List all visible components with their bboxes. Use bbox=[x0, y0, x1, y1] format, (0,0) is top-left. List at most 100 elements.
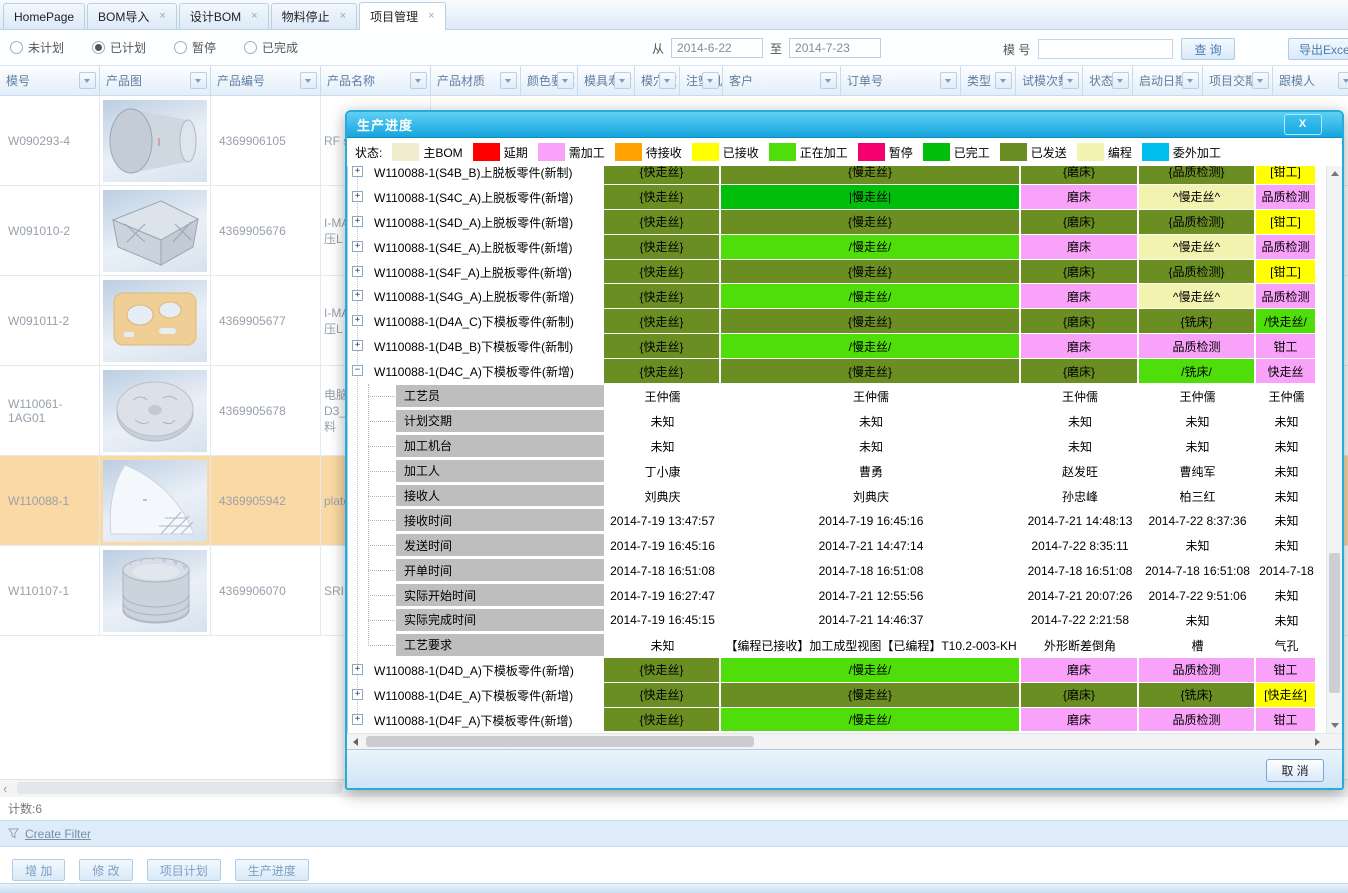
filter-dropdown-icon[interactable] bbox=[940, 72, 957, 89]
dialog-vertical-scrollbar[interactable] bbox=[1326, 166, 1342, 733]
expand-toggle-icon[interactable]: − bbox=[352, 365, 363, 376]
filter-dropdown-icon[interactable] bbox=[1112, 72, 1129, 89]
filter-dropdown-icon[interactable] bbox=[500, 72, 517, 89]
filter-dropdown-icon[interactable] bbox=[995, 72, 1012, 89]
column-header-5[interactable]: 产品材质 bbox=[431, 66, 521, 95]
column-header-1[interactable]: 模号 bbox=[0, 66, 100, 95]
column-header-17[interactable]: 跟模人 bbox=[1273, 66, 1348, 95]
expand-toggle-icon[interactable]: + bbox=[352, 266, 363, 277]
tree-row[interactable]: +W110088-1(S4F_A)上脱板零件(新增){快走丝}{慢走丝}{磨床}… bbox=[348, 260, 1326, 285]
column-header-15[interactable]: 启动日期 bbox=[1133, 66, 1203, 95]
filter-dropdown-icon[interactable] bbox=[190, 72, 207, 89]
column-header-10[interactable]: 客户 bbox=[723, 66, 841, 95]
tab-5[interactable]: 项目管理× bbox=[359, 2, 445, 30]
filter-dropdown-icon[interactable] bbox=[614, 72, 631, 89]
filter-dropdown-icon[interactable] bbox=[79, 72, 96, 89]
tree-row[interactable]: +W110088-1(D4B_B)下模板零件(新制){快走丝}/慢走丝/磨床品质… bbox=[348, 334, 1326, 359]
expand-toggle-icon[interactable]: + bbox=[352, 241, 363, 252]
tree-row[interactable]: +W110088-1(S4B_B)上脱板零件(新制){快走丝}{慢走丝}{磨床}… bbox=[348, 166, 1326, 185]
filter-dropdown-icon[interactable] bbox=[1252, 72, 1269, 89]
close-tab-icon[interactable]: × bbox=[340, 11, 346, 22]
radio-icon[interactable] bbox=[92, 41, 105, 54]
expand-toggle-icon[interactable]: + bbox=[352, 714, 363, 725]
tab-3[interactable]: 设计BOM× bbox=[179, 3, 269, 29]
radio-icon[interactable] bbox=[174, 41, 187, 54]
export-excel-button[interactable]: 导出Exce bbox=[1288, 38, 1348, 60]
scroll-down-icon[interactable] bbox=[1331, 723, 1339, 728]
tab-2[interactable]: BOM导入× bbox=[87, 3, 177, 29]
tree-row[interactable]: +W110088-1(S4E_A)上脱板零件(新增){快走丝}/慢走丝/磨床^慢… bbox=[348, 235, 1326, 260]
tab-4[interactable]: 物料停止× bbox=[271, 3, 357, 29]
filter-dropdown-icon[interactable] bbox=[410, 72, 427, 89]
tree-row[interactable]: +W110088-1(D4A_C)下模板零件(新制){快走丝}{慢走丝}{磨床}… bbox=[348, 309, 1326, 334]
scrollbar-thumb[interactable] bbox=[366, 736, 754, 747]
tree-row[interactable]: −W110088-1(D4C_A)下模板零件(新增){快走丝}{慢走丝}{磨床}… bbox=[348, 359, 1326, 384]
radio-icon[interactable] bbox=[10, 41, 23, 54]
filter-dropdown-icon[interactable] bbox=[659, 72, 676, 89]
filter-dropdown-icon[interactable] bbox=[557, 72, 574, 89]
scrollbar-thumb[interactable] bbox=[1329, 553, 1340, 693]
radio-option-4[interactable]: 已完成 bbox=[244, 39, 298, 56]
filter-dropdown-icon[interactable] bbox=[1182, 72, 1199, 89]
filter-dropdown-icon[interactable] bbox=[702, 72, 719, 89]
process-status-cell: {快走丝} bbox=[604, 708, 721, 733]
radio-option-1[interactable]: 未计划 bbox=[10, 39, 64, 56]
column-header-12[interactable]: 类型 bbox=[961, 66, 1016, 95]
radio-option-3[interactable]: 暂停 bbox=[174, 39, 216, 56]
tree-row[interactable]: +W110088-1(D4E_A)下模板零件(新增){快走丝}{慢走丝}{磨床}… bbox=[348, 683, 1326, 708]
filter-dropdown-icon[interactable] bbox=[820, 72, 837, 89]
column-header-11[interactable]: 订单号 bbox=[841, 66, 961, 95]
close-icon[interactable]: X bbox=[1284, 114, 1322, 135]
dialog-horizontal-scrollbar[interactable] bbox=[347, 733, 1342, 749]
tree-row[interactable]: +W110088-1(S4C_A)上脱板零件(新增){快走丝}|慢走丝|磨床^慢… bbox=[348, 185, 1326, 210]
close-tab-icon[interactable]: × bbox=[159, 11, 165, 22]
expand-toggle-icon[interactable]: + bbox=[352, 216, 363, 227]
expand-toggle-icon[interactable]: + bbox=[352, 340, 363, 351]
project-plan-button[interactable]: 项目计划 bbox=[147, 859, 221, 881]
scroll-left-icon[interactable]: ‹ bbox=[3, 783, 7, 794]
scrollbar-thumb[interactable] bbox=[17, 782, 342, 794]
add-button[interactable]: 增 加 bbox=[12, 859, 65, 881]
scroll-up-icon[interactable] bbox=[1331, 171, 1339, 176]
expand-toggle-icon[interactable]: + bbox=[352, 664, 363, 675]
column-header-6[interactable]: 颜色要求 bbox=[521, 66, 578, 95]
tree-row[interactable]: +W110088-1(D4F_A)下模板零件(新增){快走丝}/慢走丝/磨床品质… bbox=[348, 708, 1326, 733]
expand-toggle-icon[interactable]: + bbox=[352, 191, 363, 202]
filter-dropdown-icon[interactable] bbox=[1338, 72, 1348, 89]
search-button[interactable]: 查 询 bbox=[1181, 38, 1234, 60]
cancel-button[interactable]: 取 消 bbox=[1266, 759, 1324, 782]
scroll-left-icon[interactable] bbox=[353, 738, 358, 746]
column-header-13[interactable]: 试模次数 bbox=[1016, 66, 1083, 95]
column-header-8[interactable]: 模穴数 bbox=[635, 66, 680, 95]
date-to-input[interactable] bbox=[789, 38, 881, 58]
filter-dropdown-icon[interactable] bbox=[1062, 72, 1079, 89]
column-header-3[interactable]: 产品编号 bbox=[211, 66, 321, 95]
radio-icon[interactable] bbox=[244, 41, 257, 54]
column-header-7[interactable]: 模具寿命 bbox=[578, 66, 635, 95]
column-header-16[interactable]: 项目交期 bbox=[1203, 66, 1273, 95]
column-header-label: 产品编号 bbox=[217, 72, 265, 89]
close-tab-icon[interactable]: × bbox=[428, 11, 434, 22]
detail-value: 未知 bbox=[1139, 409, 1256, 434]
tree-row[interactable]: +W110088-1(D4D_A)下模板零件(新增){快走丝}/慢走丝/磨床品质… bbox=[348, 658, 1326, 683]
filter-dropdown-icon[interactable] bbox=[300, 72, 317, 89]
column-header-2[interactable]: 产品图 bbox=[100, 66, 211, 95]
tree-row[interactable]: +W110088-1(S4G_A)上脱板零件(新增){快走丝}/慢走丝/磨床^慢… bbox=[348, 284, 1326, 309]
expand-toggle-icon[interactable]: + bbox=[352, 315, 363, 326]
expand-toggle-icon[interactable]: + bbox=[352, 166, 363, 177]
production-progress-button[interactable]: 生产进度 bbox=[235, 859, 309, 881]
tree-row[interactable]: +W110088-1(S4D_A)上脱板零件(新增){快走丝}{慢走丝}{磨床}… bbox=[348, 210, 1326, 235]
scroll-right-icon[interactable] bbox=[1315, 738, 1320, 746]
close-tab-icon[interactable]: × bbox=[251, 11, 257, 22]
create-filter-link[interactable]: Create Filter bbox=[25, 827, 91, 841]
radio-option-2[interactable]: 已计划 bbox=[92, 39, 146, 56]
column-header-4[interactable]: 产品名称 bbox=[321, 66, 431, 95]
tab-1[interactable]: HomePage bbox=[3, 3, 85, 29]
column-header-9[interactable]: 注塑机 bbox=[680, 66, 723, 95]
date-from-input[interactable] bbox=[671, 38, 763, 58]
column-header-14[interactable]: 状态 bbox=[1083, 66, 1133, 95]
expand-toggle-icon[interactable]: + bbox=[352, 689, 363, 700]
expand-toggle-icon[interactable]: + bbox=[352, 290, 363, 301]
modify-button[interactable]: 修 改 bbox=[79, 859, 132, 881]
mold-input[interactable] bbox=[1038, 39, 1173, 59]
